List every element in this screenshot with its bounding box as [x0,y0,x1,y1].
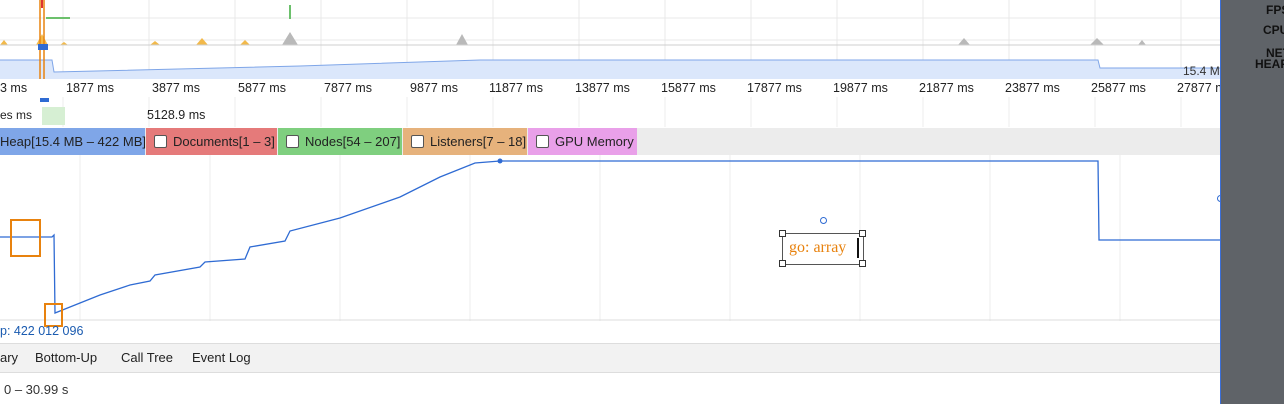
ruler-tick: 3877 ms [152,81,200,95]
handle-top-left[interactable] [779,230,786,237]
overview-chart [0,0,1220,79]
legend-nodes[interactable]: Nodes[54 – 207] [278,128,402,155]
frames-unit: ms [16,108,32,122]
annotation-textbox[interactable]: go: array [779,230,866,267]
tab-event-log[interactable]: Event Log [192,350,251,365]
legend-listeners[interactable]: Listeners[7 – 18] [403,128,527,155]
legend-gpu-memory-label: GPU Memory [555,134,634,149]
text-cursor [857,238,859,258]
legend-listeners-label: Listeners[7 – 18] [430,134,527,149]
frame-time: 5128.9 ms [147,108,206,122]
listeners-checkbox[interactable] [411,135,424,148]
ruler-tick: 11877 ms [489,81,543,95]
ruler-tick: 13877 ms [575,81,630,95]
overview-side-panel: FPS CPU NET HEAP [1220,0,1284,404]
legend-documents[interactable]: Documents[1 – 3] [146,128,277,155]
legend-documents-label: Documents[1 – 3] [173,134,275,149]
time-range-label: 0 – 30.99 s [4,382,69,397]
gpu-memory-checkbox[interactable] [536,135,549,148]
heap-line-chart [0,155,1220,321]
legend-heap[interactable]: Heap[15.4 MB – 422 MB] [0,128,146,155]
handle-bottom-left[interactable] [779,260,786,267]
annotation-text[interactable]: go: array [789,239,846,257]
ruler-tick: 23877 ms [1005,81,1060,95]
legend-heap-label: Heap[15.4 MB – 422 MB] [0,134,146,149]
legend-gpu-memory[interactable]: GPU Memory [528,128,637,155]
ruler-tick: 1877 ms [66,81,114,95]
ruler-tick: 9877 ms [410,81,458,95]
ruler-tick: 15877 ms [661,81,716,95]
frames-label: es [0,108,13,122]
frames-track[interactable]: es ms 5128.9 ms [0,97,1220,127]
time-ruler: 3 ms 1877 ms 3877 ms 5877 ms 7877 ms 987… [0,79,1232,97]
nodes-checkbox[interactable] [286,135,299,148]
tab-bottom-up[interactable]: Bottom-Up [35,350,97,365]
timeline-overview[interactable]: 15.4 MB – 422 M [0,0,1274,79]
heap-value-readout: p: 422 012 096 [0,324,84,338]
details-tabs: ary Bottom-Up Call Tree Event Log [0,343,1284,373]
ruler-tick: 21877 ms [919,81,974,95]
legend-nodes-label: Nodes[54 – 207] [305,134,401,149]
highlight-box-peak [10,219,41,257]
rotate-handle[interactable] [820,217,827,224]
memory-counters-bar: Heap[15.4 MB – 422 MB] Documents[1 – 3] … [0,128,1284,156]
ruler-tick: 25877 ms [1091,81,1146,95]
fps-label: FPS [1266,3,1284,17]
handle-top-right[interactable] [859,230,866,237]
handle-bottom-right[interactable] [859,260,866,267]
tab-summary[interactable]: ary [0,350,18,365]
ruler-tick: 17877 ms [747,81,802,95]
cpu-label: CPU [1263,23,1284,37]
heap-marker-dot [497,158,503,164]
ruler-tick: 5877 ms [238,81,286,95]
heap-label: HEAP [1255,57,1284,71]
memory-graph[interactable] [0,155,1224,327]
ruler-tick: 19877 ms [833,81,888,95]
tab-call-tree[interactable]: Call Tree [121,350,173,365]
heap-series-line [0,160,1220,314]
ruler-tick: 3 ms [0,81,28,95]
ruler-tick: 7877 ms [324,81,372,95]
documents-checkbox[interactable] [154,135,167,148]
